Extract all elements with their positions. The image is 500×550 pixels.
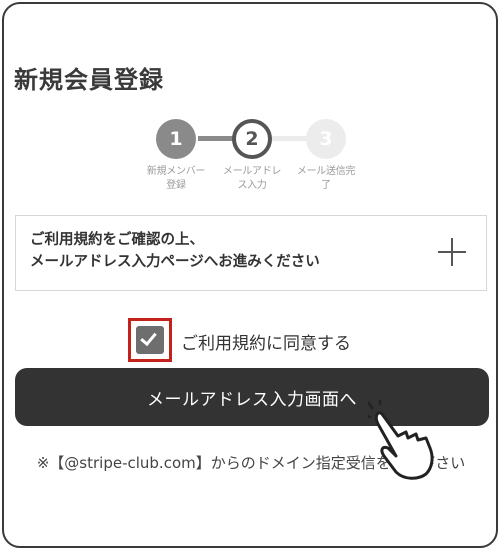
- step-1-label-line1: 新規メンバー: [146, 166, 206, 177]
- step-3-label: メール送信完 了: [291, 165, 361, 193]
- agree-terms-row[interactable]: ご利用規約に同意する: [128, 318, 388, 362]
- step-3-circle: 3: [306, 119, 346, 159]
- step-1-circle: 1: [156, 119, 196, 159]
- step-1-label: 新規メンバー 登録: [141, 165, 211, 193]
- step-2-circle: 2: [232, 119, 272, 159]
- terms-instruction-line2: メールアドレス入力ページへお進みください: [30, 254, 320, 270]
- step-2-label-line1: メールアドレ: [222, 166, 282, 177]
- step-3-label-line2: 了: [321, 180, 331, 191]
- step-1-label-line2: 登録: [166, 180, 186, 191]
- terms-accordion[interactable]: ご利用規約をご確認の上、 メールアドレス入力ページへお進みください: [15, 215, 487, 291]
- screen-frame: 新規会員登録 1 2 3 新規メンバー 登録 メールアドレ ス入力 メール送信完…: [2, 2, 498, 548]
- step-3-label-line1: メール送信完: [296, 166, 356, 177]
- agree-checkbox[interactable]: [136, 326, 164, 354]
- terms-instruction: ご利用規約をご確認の上、 メールアドレス入力ページへお進みください: [30, 229, 410, 273]
- progress-stepper: 1 2 3 新規メンバー 登録 メールアドレ ス入力 メール送信完 了: [4, 117, 496, 207]
- terms-instruction-line1: ご利用規約をご確認の上、: [30, 232, 204, 248]
- step-2-label-line2: ス入力: [237, 180, 267, 191]
- proceed-button-label: メールアドレス入力画面へ: [147, 389, 357, 409]
- plus-icon[interactable]: [438, 238, 466, 266]
- checkbox-highlight: [128, 318, 172, 362]
- hand-pointer-icon: [368, 400, 434, 480]
- checkmark-icon: [140, 328, 157, 347]
- agree-terms-label[interactable]: ご利用規約に同意する: [181, 329, 351, 354]
- step-2-label: メールアドレ ス入力: [217, 165, 287, 193]
- page-title: 新規会員登録: [14, 66, 164, 94]
